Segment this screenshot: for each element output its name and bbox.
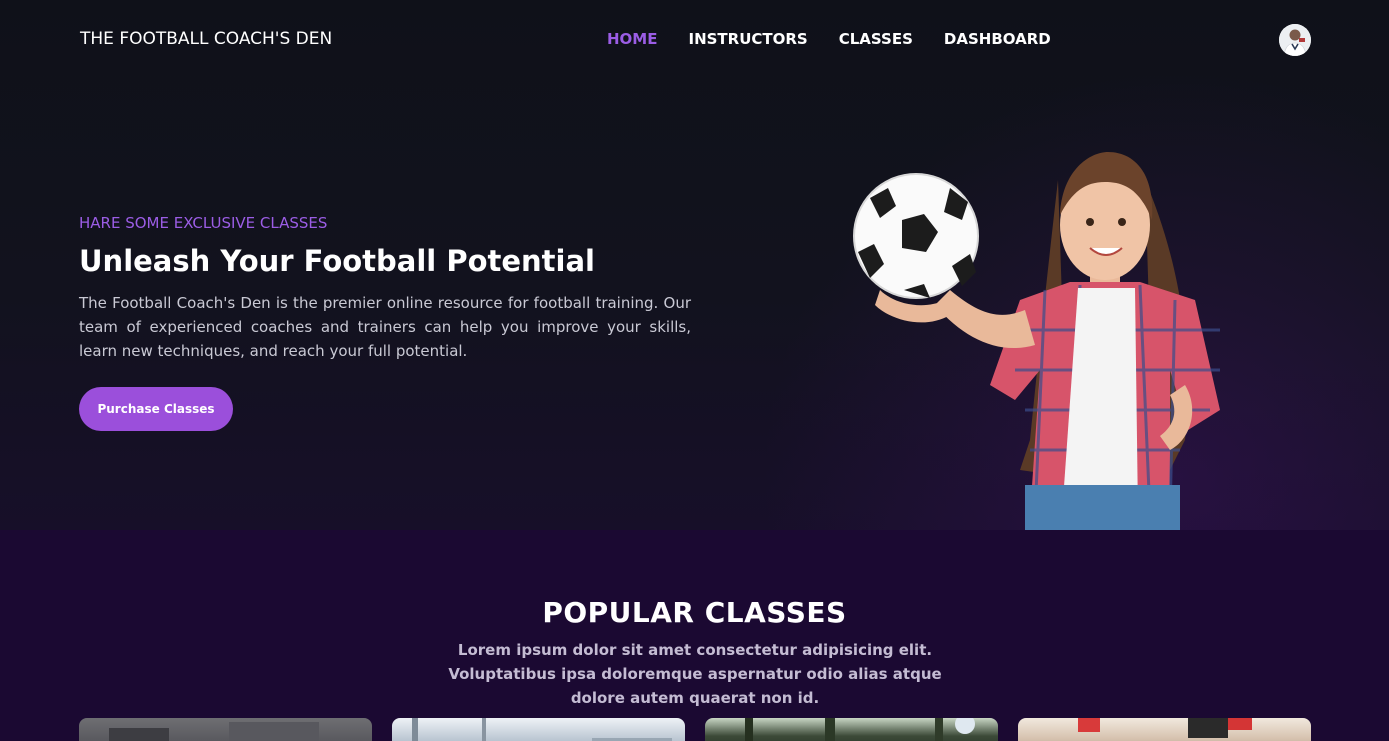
- navbar: THE FOOTBALL COACH'S DEN HOME INSTRUCTOR…: [0, 0, 1389, 80]
- nav-link-instructors[interactable]: INSTRUCTORS: [688, 30, 807, 48]
- class-card-4[interactable]: [1018, 718, 1311, 741]
- hero-section: THE FOOTBALL COACH'S DEN HOME INSTRUCTOR…: [0, 0, 1389, 530]
- user-avatar[interactable]: [1279, 24, 1311, 56]
- popular-classes-title: POPULAR CLASSES: [542, 596, 847, 629]
- nav-link-classes[interactable]: CLASSES: [839, 30, 913, 48]
- main-nav: HOME INSTRUCTORS CLASSES DASHBOARD: [607, 30, 1051, 48]
- page: THE FOOTBALL COACH'S DEN HOME INSTRUCTOR…: [0, 0, 1389, 741]
- class-card-1[interactable]: [79, 718, 372, 741]
- class-card-2[interactable]: [392, 718, 685, 741]
- class-photo-2: [412, 718, 672, 741]
- class-card-3[interactable]: [705, 718, 998, 741]
- nav-link-home[interactable]: HOME: [607, 30, 657, 48]
- hero-description: The Football Coach's Den is the premier …: [79, 294, 691, 360]
- hero-title: Unleash Your Football Potential: [79, 244, 595, 278]
- girl-with-soccer-ball-image: [853, 152, 1220, 530]
- brand-logo-text[interactable]: THE FOOTBALL COACH'S DEN: [80, 29, 332, 49]
- class-photo-3: [745, 718, 975, 741]
- nav-link-dashboard[interactable]: DASHBOARD: [944, 30, 1051, 48]
- popular-classes-subtitle: Lorem ipsum dolor sit amet consectetur a…: [448, 641, 942, 707]
- class-photo-1: [109, 722, 319, 741]
- avatar-icon: [1279, 24, 1311, 56]
- popular-classes-section: POPULAR CLASSES Lorem ipsum dolor sit am…: [0, 530, 1389, 741]
- purchase-classes-button[interactable]: Purchase Classes: [79, 387, 233, 431]
- class-photo-4: [1078, 718, 1252, 738]
- hero-eyebrow: HARE SOME EXCLUSIVE CLASSES: [79, 214, 328, 232]
